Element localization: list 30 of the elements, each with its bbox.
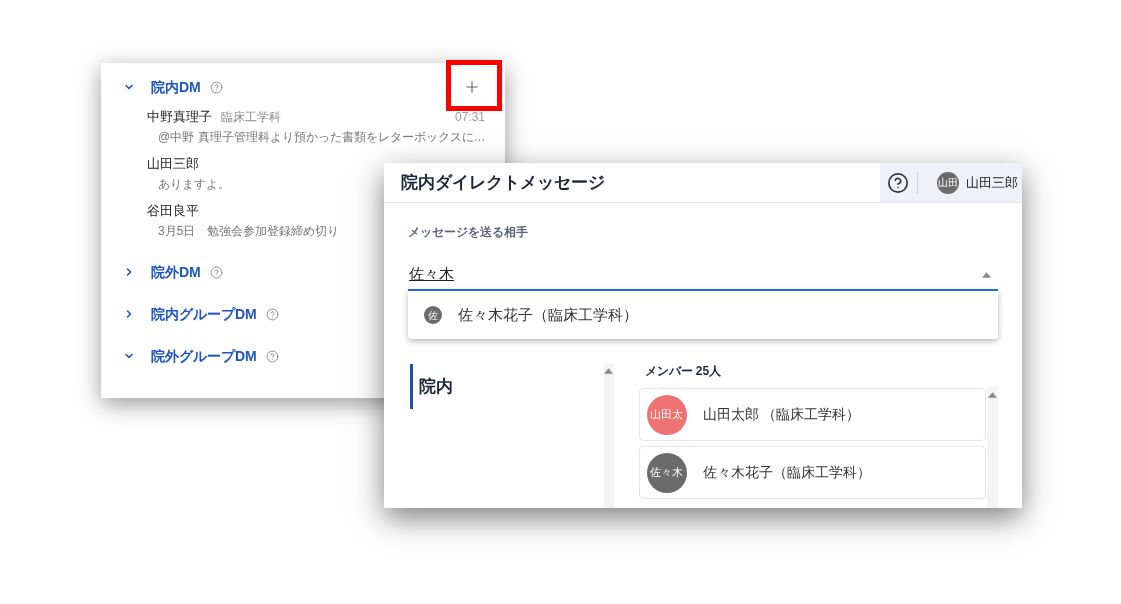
- suggestion-option[interactable]: 佐 佐々木花子（臨床工学科）: [408, 291, 998, 339]
- user-avatar[interactable]: 山田: [937, 171, 959, 194]
- member-card[interactable]: 佐々木 佐々木花子（臨床工学科）: [638, 446, 987, 499]
- section-title[interactable]: 院外グループDM: [151, 345, 257, 367]
- message-time: 07:31: [454, 109, 485, 126]
- section-title[interactable]: 院内グループDM: [151, 303, 257, 325]
- option-avatar: 佐: [424, 306, 442, 324]
- message-preview: 3月5日 勉強会参加登録締め切り: [158, 223, 340, 240]
- member-avatar: 佐々木: [646, 452, 687, 493]
- scroll-up-icon[interactable]: [988, 392, 997, 398]
- department-label: 臨床工学科: [221, 109, 281, 126]
- contact-name[interactable]: 中野真理子: [147, 107, 212, 127]
- section-title[interactable]: 院外DM: [151, 261, 201, 283]
- caret-up-icon[interactable]: [982, 272, 991, 278]
- plus-icon: [463, 78, 481, 96]
- section-title[interactable]: 院内DM: [151, 76, 201, 98]
- user-name[interactable]: 山田三郎: [966, 172, 1018, 193]
- help-icon[interactable]: [887, 171, 909, 194]
- contact-name[interactable]: 山田三郎: [147, 154, 199, 174]
- scrollbar-track[interactable]: [603, 363, 614, 508]
- member-card[interactable]: 山田太 山田太郎 （臨床工学科）: [638, 388, 987, 441]
- member-avatar: 山田太: [646, 394, 687, 435]
- scrollbar-track[interactable]: [987, 386, 998, 508]
- recipient-label: メッセージを送る相手: [408, 224, 529, 241]
- scroll-up-icon[interactable]: [604, 368, 614, 374]
- dialog-title: 院内ダイレクトメッセージ: [400, 171, 605, 194]
- message-preview: ありますよ。: [158, 176, 230, 193]
- member-count-heading: メンバー 25人: [643, 363, 723, 379]
- contact-name[interactable]: 谷田良平: [147, 201, 199, 221]
- message-preview: @中野 真理子管理科より預かった書類をレターボックスに…: [158, 129, 486, 146]
